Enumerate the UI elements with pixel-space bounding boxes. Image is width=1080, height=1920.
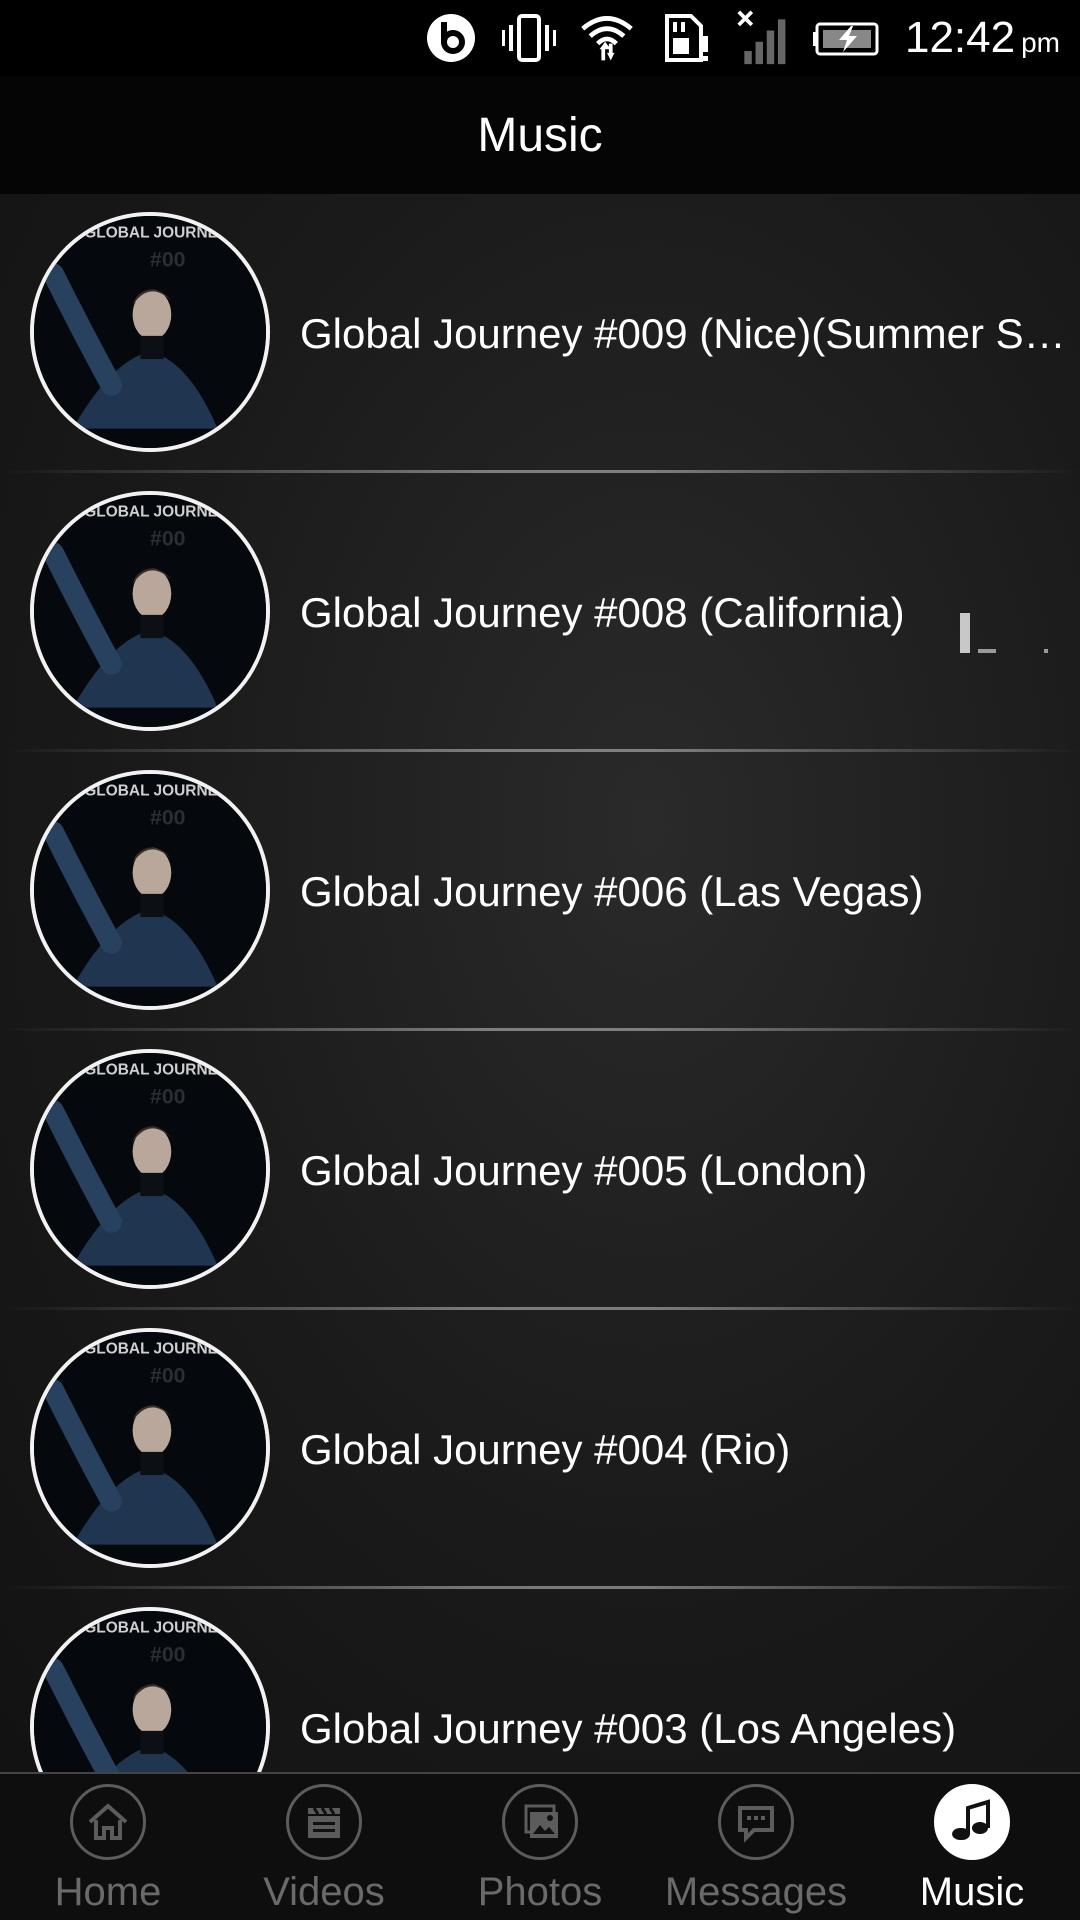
- nav-item-music[interactable]: Music: [864, 1774, 1080, 1920]
- track-row[interactable]: GLOBAL JOURNEY #00 Global Journey #009 (…: [0, 194, 1080, 473]
- nav-label-home: Home: [54, 1870, 162, 1914]
- album-art-number: #00: [150, 805, 185, 829]
- album-art-text: GLOBAL JOURNEY: [84, 503, 229, 520]
- track-title: Global Journey #005 (London): [300, 1031, 1070, 1310]
- nav-item-photos[interactable]: Photos: [432, 1774, 648, 1920]
- album-art-number: #00: [150, 526, 185, 550]
- album-art-text: GLOBAL JOURNEY: [84, 1340, 229, 1357]
- chat-bubble-icon: [718, 1784, 794, 1860]
- nav-item-messages[interactable]: Messages: [648, 1774, 864, 1920]
- equalizer-icon: [960, 613, 1050, 653]
- album-art-thumbnail: GLOBAL JOURNEY #00: [30, 1328, 270, 1568]
- signal-off-icon: [735, 10, 791, 66]
- album-art-number: #00: [150, 1363, 185, 1387]
- track-title: Global Journey #003 (Los Angeles): [300, 1589, 1070, 1772]
- track-title-text: Global Journey #003 (Los Angeles): [300, 1704, 957, 1752]
- track-row[interactable]: GLOBAL JOURNEY #00 Global Journey #003 (…: [0, 1589, 1080, 1772]
- app-header: Music: [0, 76, 1080, 194]
- album-art-text: GLOBAL JOURNEY: [84, 224, 229, 241]
- nav-label-videos: Videos: [263, 1870, 385, 1914]
- beats-icon: [423, 10, 479, 66]
- album-art-thumbnail: GLOBAL JOURNEY #00: [30, 1607, 270, 1772]
- status-time-ampm: pm: [1021, 27, 1060, 58]
- nav-item-videos[interactable]: Videos: [216, 1774, 432, 1920]
- album-art-text: GLOBAL JOURNEY: [84, 782, 229, 799]
- battery-charging-icon: [812, 10, 883, 66]
- status-time-value: 12:42: [904, 13, 1016, 62]
- album-art: GLOBAL JOURNEY #00: [34, 1332, 266, 1564]
- album-art-thumbnail: GLOBAL JOURNEY #00: [30, 212, 270, 452]
- track-title: Global Journey #004 (Rio): [300, 1310, 1070, 1589]
- track-list[interactable]: GLOBAL JOURNEY #00 Global Journey #009 (…: [0, 194, 1080, 1772]
- track-title: Global Journey #006 (Las Vegas): [300, 752, 1070, 1031]
- nav-item-home[interactable]: Home: [0, 1774, 216, 1920]
- page-title: Music: [477, 108, 603, 162]
- album-art-thumbnail: GLOBAL JOURNEY #00: [30, 1049, 270, 1289]
- album-art: GLOBAL JOURNEY #00: [34, 774, 266, 1006]
- track-title: Global Journey #008 (California): [300, 473, 1070, 752]
- home-icon: [70, 1784, 146, 1860]
- track-title-text: Global Journey #006 (Las Vegas): [300, 867, 924, 915]
- bottom-nav: Home Videos Photos Messages Music: [0, 1772, 1080, 1920]
- album-art-text: GLOBAL JOURNEY: [84, 1619, 229, 1636]
- album-art-text: GLOBAL JOURNEY: [84, 1061, 229, 1078]
- album-art-thumbnail: GLOBAL JOURNEY #00: [30, 770, 270, 1010]
- album-art: GLOBAL JOURNEY #00: [34, 495, 266, 727]
- track-row[interactable]: GLOBAL JOURNEY #00 Global Journey #008 (…: [0, 473, 1080, 752]
- wifi-icon: [579, 10, 635, 66]
- nav-label-photos: Photos: [477, 1870, 603, 1914]
- nav-label-music: Music: [919, 1870, 1025, 1914]
- vibrate-icon: [501, 10, 557, 66]
- album-art: GLOBAL JOURNEY #00: [34, 216, 266, 448]
- clapperboard-icon: [286, 1784, 362, 1860]
- track-title: Global Journey #009 (Nice)(Summer Sp...: [300, 194, 1070, 473]
- album-art: GLOBAL JOURNEY #00: [34, 1611, 266, 1772]
- track-title-text: Global Journey #009 (Nice)(Summer Sp...: [300, 309, 1070, 357]
- photos-icon: [502, 1784, 578, 1860]
- track-row[interactable]: GLOBAL JOURNEY #00 Global Journey #004 (…: [0, 1310, 1080, 1589]
- status-bar: 12:42 pm: [0, 0, 1080, 76]
- nav-label-messages: Messages: [664, 1870, 848, 1914]
- album-art: GLOBAL JOURNEY #00: [34, 1053, 266, 1285]
- sd-card-alert-icon: [657, 10, 713, 66]
- album-art-number: #00: [150, 1084, 185, 1108]
- track-title-text: Global Journey #005 (London): [300, 1146, 868, 1194]
- music-note-icon: [934, 1784, 1010, 1860]
- album-art-thumbnail: GLOBAL JOURNEY #00: [30, 491, 270, 731]
- track-title-text: Global Journey #004 (Rio): [300, 1425, 791, 1473]
- album-art-number: #00: [150, 1642, 185, 1666]
- track-title-text: Global Journey #008 (California): [300, 588, 905, 636]
- status-time: 12:42 pm: [905, 13, 1060, 63]
- album-art-number: #00: [150, 247, 185, 271]
- track-row[interactable]: GLOBAL JOURNEY #00 Global Journey #006 (…: [0, 752, 1080, 1031]
- track-row[interactable]: GLOBAL JOURNEY #00 Global Journey #005 (…: [0, 1031, 1080, 1310]
